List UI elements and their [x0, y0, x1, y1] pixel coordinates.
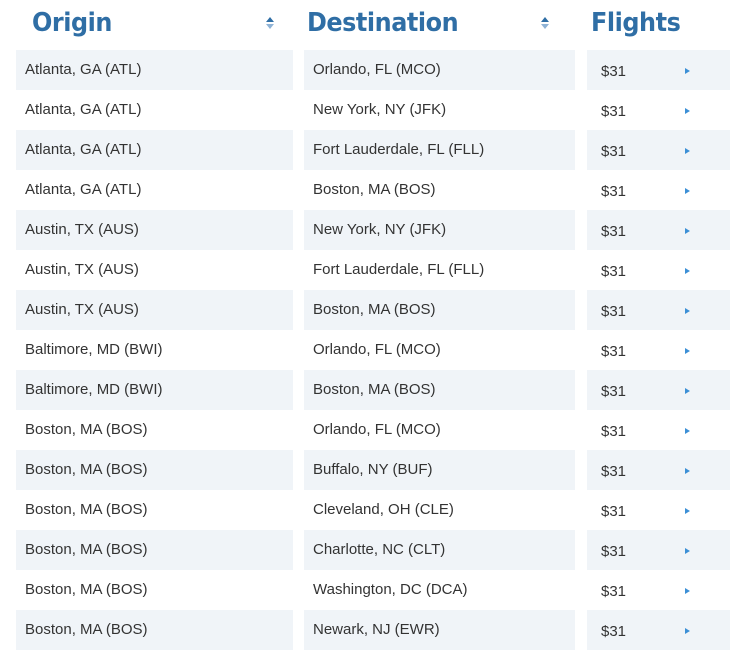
table-row[interactable]: Atlanta, GA (ATL) Boston, MA (BOS) $31 [0, 170, 730, 210]
origin-cell: Austin, TX (AUS) [16, 210, 293, 250]
price-label: $31 [601, 103, 627, 120]
flight-price-cell[interactable]: $31 [587, 610, 730, 650]
destination-cell: New York, NY (JFK) [313, 101, 447, 118]
destination-header-label: Destination [307, 8, 459, 38]
chevron-right-icon[interactable] [685, 108, 690, 114]
chevron-right-icon[interactable] [685, 628, 690, 634]
chevron-right-icon[interactable] [685, 188, 690, 194]
destination-cell: Cleveland, OH (CLE) [313, 501, 454, 518]
destination-cell: Orlando, FL (MCO) [313, 421, 441, 438]
chevron-right-icon[interactable] [685, 268, 690, 274]
chevron-right-icon[interactable] [685, 148, 690, 154]
origin-cell: Atlanta, GA (ATL) [25, 101, 142, 118]
origin-cell: Boston, MA (BOS) [16, 450, 293, 490]
destination-column-header[interactable]: Destination [307, 0, 471, 46]
chevron-right-icon[interactable] [685, 348, 690, 354]
price-label: $31 [601, 543, 627, 560]
origin-cell: Boston, MA (BOS) [25, 581, 148, 598]
table-row[interactable]: Boston, MA (BOS) Buffalo, NY (BUF) $31 [0, 450, 730, 490]
origin-sort-icon[interactable] [266, 17, 274, 29]
table-row[interactable]: Baltimore, MD (BWI) Orlando, FL (MCO) $3… [0, 330, 730, 370]
destination-cell: Washington, DC (DCA) [313, 581, 468, 598]
chevron-right-icon[interactable] [685, 228, 690, 234]
table-row[interactable]: Boston, MA (BOS) Charlotte, NC (CLT) $31 [0, 530, 730, 570]
flights-column-header: Flights [591, 0, 688, 46]
price-label: $31 [601, 423, 627, 440]
chevron-right-icon[interactable] [685, 428, 690, 434]
origin-header-label: Origin [32, 8, 112, 38]
flight-price-cell[interactable]: $31 [587, 90, 730, 130]
origin-cell: Boston, MA (BOS) [16, 610, 293, 650]
table-row[interactable]: Austin, TX (AUS) New York, NY (JFK) $31 [0, 210, 730, 250]
flight-price-cell[interactable]: $31 [587, 50, 730, 90]
flights-header-label: Flights [591, 8, 681, 38]
origin-cell: Atlanta, GA (ATL) [25, 181, 142, 198]
flight-price-cell[interactable]: $31 [587, 450, 730, 490]
price-label: $31 [601, 463, 627, 480]
flight-price-cell[interactable]: $31 [587, 410, 730, 450]
flight-price-cell[interactable]: $31 [587, 170, 730, 210]
table-row[interactable]: Boston, MA (BOS) Washington, DC (DCA) $3… [0, 570, 730, 610]
destination-cell: Orlando, FL (MCO) [313, 341, 441, 358]
origin-cell: Austin, TX (AUS) [16, 290, 293, 330]
origin-cell: Baltimore, MD (BWI) [16, 370, 293, 410]
table-row[interactable]: Austin, TX (AUS) Boston, MA (BOS) $31 [0, 290, 730, 330]
flight-price-cell[interactable]: $31 [587, 530, 730, 570]
origin-cell: Atlanta, GA (ATL) [16, 130, 293, 170]
table-row[interactable]: Atlanta, GA (ATL) New York, NY (JFK) $31 [0, 90, 730, 130]
table-row[interactable]: Boston, MA (BOS) Orlando, FL (MCO) $31 [0, 410, 730, 450]
flight-price-cell[interactable]: $31 [587, 570, 730, 610]
destination-cell: Orlando, FL (MCO) [304, 50, 575, 90]
chevron-right-icon[interactable] [685, 548, 690, 554]
flight-price-cell[interactable]: $31 [587, 370, 730, 410]
price-label: $31 [601, 183, 627, 200]
table-row[interactable]: Atlanta, GA (ATL) Orlando, FL (MCO) $31 [0, 50, 730, 90]
price-label: $31 [601, 383, 627, 400]
flight-price-cell[interactable]: $31 [587, 210, 730, 250]
flight-price-cell[interactable]: $31 [587, 330, 730, 370]
table-row[interactable]: Atlanta, GA (ATL) Fort Lauderdale, FL (F… [0, 130, 730, 170]
chevron-right-icon[interactable] [685, 508, 690, 514]
origin-cell: Atlanta, GA (ATL) [16, 50, 293, 90]
destination-cell: Fort Lauderdale, FL (FLL) [313, 261, 485, 278]
flight-price-cell[interactable]: $31 [587, 290, 730, 330]
price-label: $31 [601, 583, 627, 600]
destination-cell: Fort Lauderdale, FL (FLL) [304, 130, 575, 170]
origin-cell: Boston, MA (BOS) [16, 530, 293, 570]
price-label: $31 [601, 143, 627, 160]
destination-cell: Boston, MA (BOS) [304, 290, 575, 330]
price-label: $31 [601, 223, 627, 240]
price-label: $31 [601, 343, 627, 360]
destination-sort-icon[interactable] [541, 17, 549, 29]
table-row[interactable]: Boston, MA (BOS) Newark, NJ (EWR) $31 [0, 610, 730, 650]
flight-price-cell[interactable]: $31 [587, 490, 730, 530]
destination-cell: Boston, MA (BOS) [304, 370, 575, 410]
chevron-right-icon[interactable] [685, 588, 690, 594]
destination-cell: Newark, NJ (EWR) [304, 610, 575, 650]
origin-cell: Austin, TX (AUS) [25, 261, 139, 278]
origin-column-header[interactable]: Origin [32, 0, 119, 46]
table-row[interactable]: Austin, TX (AUS) Fort Lauderdale, FL (FL… [0, 250, 730, 290]
table-row[interactable]: Boston, MA (BOS) Cleveland, OH (CLE) $31 [0, 490, 730, 530]
destination-cell: New York, NY (JFK) [304, 210, 575, 250]
price-label: $31 [601, 263, 627, 280]
chevron-right-icon[interactable] [685, 68, 690, 74]
table-row[interactable]: Baltimore, MD (BWI) Boston, MA (BOS) $31 [0, 370, 730, 410]
origin-cell: Boston, MA (BOS) [25, 501, 148, 518]
price-label: $31 [601, 63, 627, 80]
chevron-right-icon[interactable] [685, 468, 690, 474]
destination-cell: Charlotte, NC (CLT) [304, 530, 575, 570]
price-label: $31 [601, 303, 627, 320]
flight-price-cell[interactable]: $31 [587, 250, 730, 290]
price-label: $31 [601, 503, 627, 520]
chevron-right-icon[interactable] [685, 308, 690, 314]
price-label: $31 [601, 623, 627, 640]
chevron-right-icon[interactable] [685, 388, 690, 394]
destination-cell: Buffalo, NY (BUF) [304, 450, 575, 490]
origin-cell: Baltimore, MD (BWI) [25, 341, 163, 358]
origin-cell: Boston, MA (BOS) [25, 421, 148, 438]
routes-table: Atlanta, GA (ATL) Orlando, FL (MCO) $31 … [0, 50, 730, 650]
destination-cell: Boston, MA (BOS) [313, 181, 436, 198]
flight-price-cell[interactable]: $31 [587, 130, 730, 170]
